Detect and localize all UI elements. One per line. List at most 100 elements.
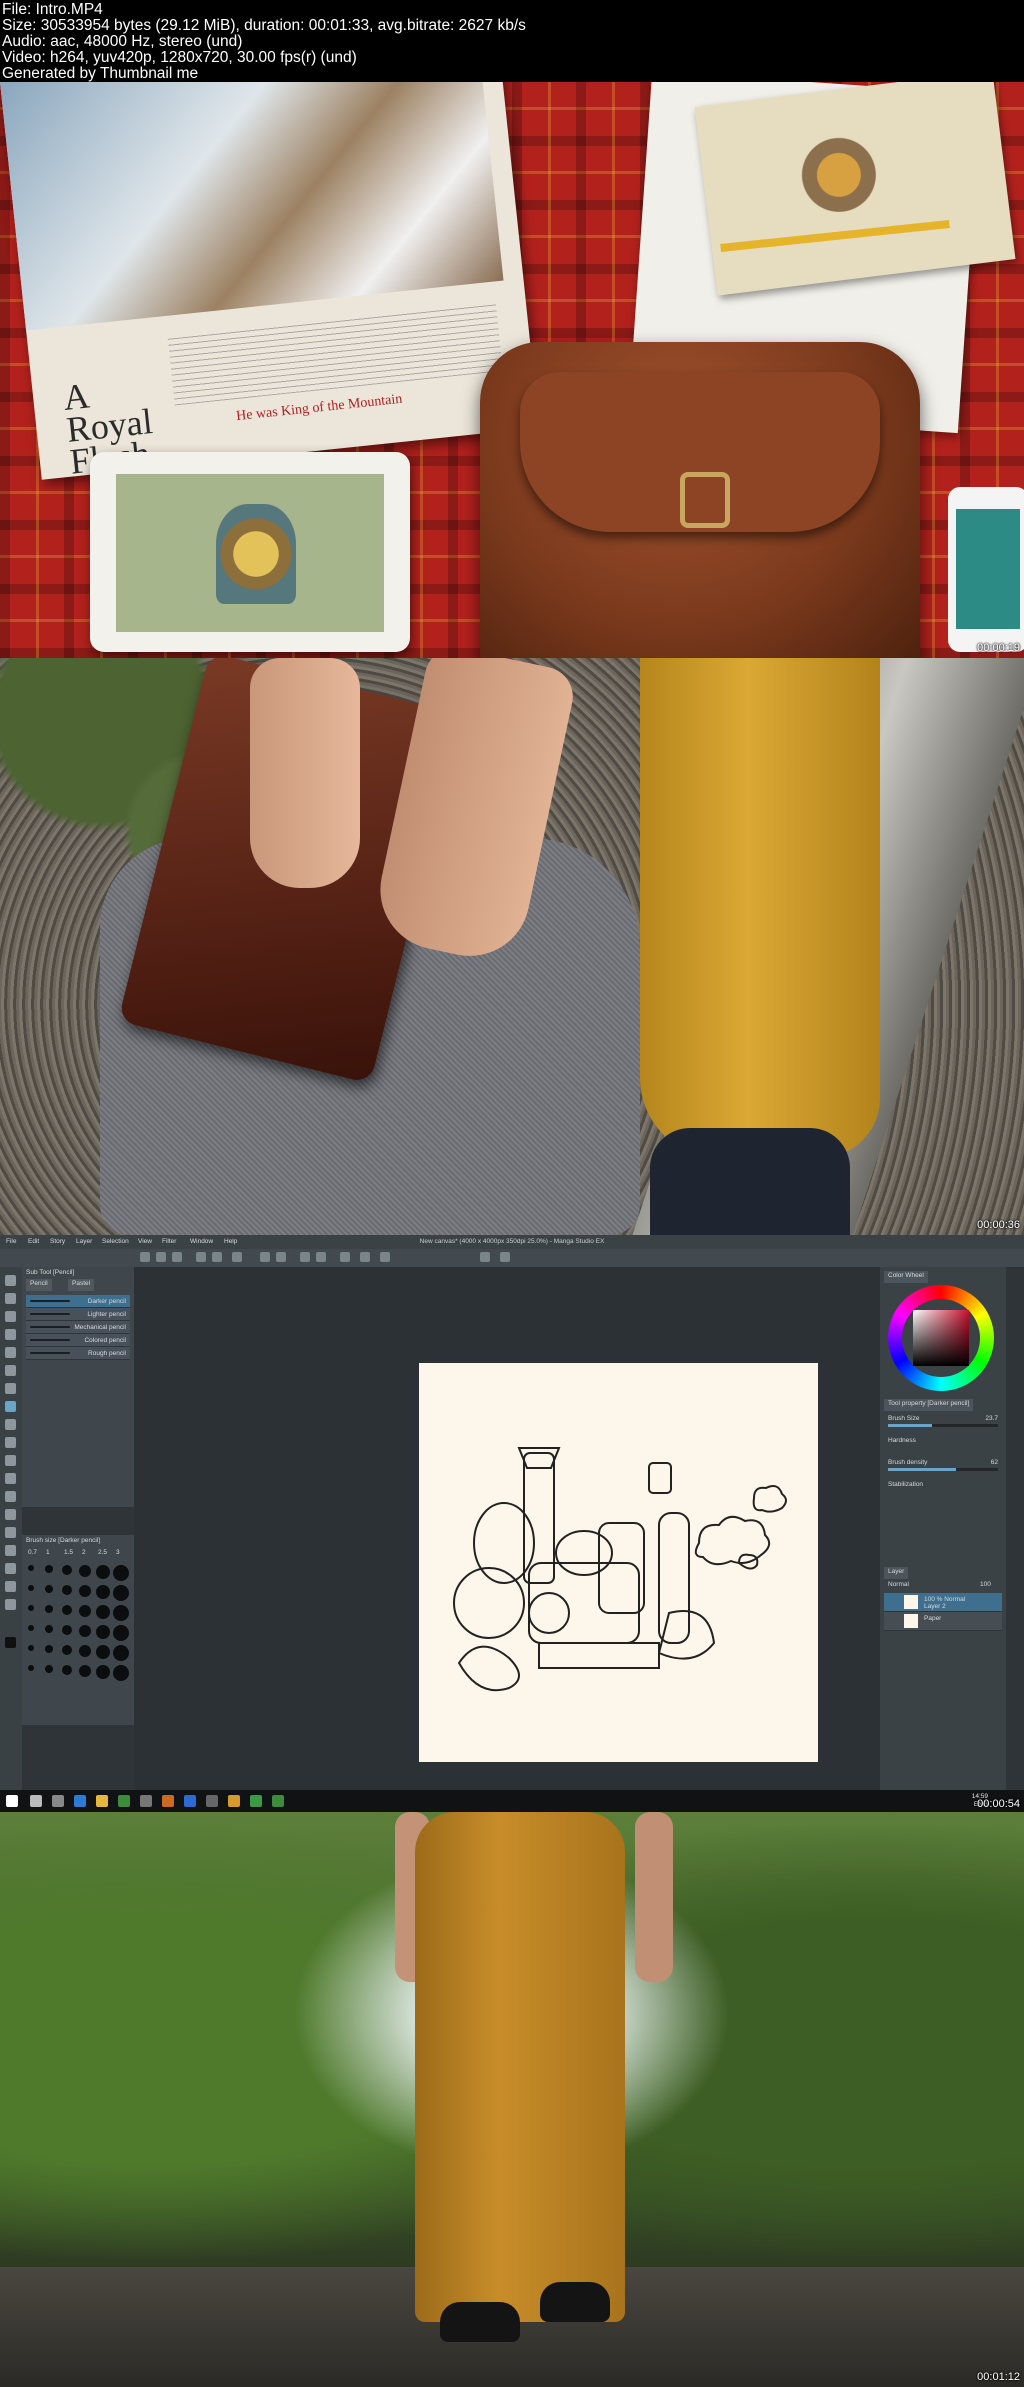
subtool-item[interactable]: Darker pencil bbox=[26, 1295, 130, 1308]
color-picker-square[interactable] bbox=[913, 1310, 969, 1366]
opacity-value[interactable]: 100 bbox=[980, 1581, 991, 1588]
windows-start-icon[interactable] bbox=[6, 1795, 18, 1807]
paste-icon[interactable] bbox=[212, 1252, 222, 1262]
brush-size-preset[interactable] bbox=[96, 1665, 110, 1679]
brush-size-preset[interactable] bbox=[96, 1605, 110, 1619]
subtool-item[interactable]: Lighter pencil bbox=[26, 1308, 130, 1321]
brush-size-preset[interactable] bbox=[113, 1625, 129, 1641]
grid-icon[interactable] bbox=[500, 1252, 510, 1262]
subtool-tab-pencil[interactable]: Pencil bbox=[26, 1279, 52, 1291]
brush-size-preset[interactable] bbox=[62, 1625, 72, 1635]
app-icon[interactable] bbox=[228, 1795, 240, 1807]
brush-size-preset-label[interactable]: 0.7 bbox=[28, 1549, 37, 1556]
frame-tool-icon[interactable] bbox=[5, 1545, 16, 1556]
move-tool-icon[interactable] bbox=[5, 1311, 16, 1322]
tool-property-tab[interactable]: Tool property [Darker pencil] bbox=[884, 1399, 974, 1411]
ruler-icon[interactable] bbox=[380, 1252, 390, 1262]
task-view-icon[interactable] bbox=[52, 1795, 64, 1807]
app-icon[interactable] bbox=[250, 1795, 262, 1807]
brush-size-preset[interactable] bbox=[45, 1645, 53, 1653]
open-icon[interactable] bbox=[156, 1252, 166, 1262]
brush-size-preset[interactable] bbox=[113, 1565, 129, 1581]
hardness-control[interactable]: Hardness bbox=[888, 1437, 998, 1445]
balloon-tool-icon[interactable] bbox=[5, 1599, 16, 1610]
edge-icon[interactable] bbox=[74, 1795, 86, 1807]
transform-icon[interactable] bbox=[300, 1252, 310, 1262]
brush-size-preset[interactable] bbox=[28, 1645, 34, 1651]
cut-icon[interactable] bbox=[232, 1252, 242, 1262]
subtool-item[interactable]: Rough pencil bbox=[26, 1347, 130, 1360]
photoshop-icon[interactable] bbox=[184, 1795, 196, 1807]
brush-size-preset[interactable] bbox=[96, 1585, 110, 1599]
stabilization-control[interactable]: Stabilization bbox=[888, 1481, 998, 1489]
redo-icon[interactable] bbox=[276, 1252, 286, 1262]
brush-size-preset[interactable] bbox=[113, 1585, 129, 1601]
brush-size-preset[interactable] bbox=[79, 1625, 91, 1637]
brush-size-preset[interactable] bbox=[79, 1605, 91, 1617]
layer-tab[interactable]: Layer bbox=[884, 1567, 909, 1579]
brush-size-preset[interactable] bbox=[62, 1565, 72, 1575]
illustrator-icon[interactable] bbox=[162, 1795, 174, 1807]
brush-size-preset[interactable] bbox=[62, 1585, 72, 1595]
subtool-item[interactable]: Mechanical pencil bbox=[26, 1321, 130, 1334]
brush-size-slider[interactable]: Brush Size 23.7 bbox=[888, 1415, 998, 1427]
pencil-tool-icon[interactable] bbox=[5, 1401, 16, 1412]
rotate-icon[interactable] bbox=[316, 1252, 326, 1262]
brush-size-preset[interactable] bbox=[28, 1665, 34, 1671]
brush-size-preset[interactable] bbox=[28, 1565, 34, 1571]
search-icon[interactable] bbox=[30, 1795, 42, 1807]
brush-size-preset[interactable] bbox=[79, 1665, 91, 1677]
zoom-tool-icon[interactable] bbox=[5, 1275, 16, 1286]
select-tool-icon[interactable] bbox=[5, 1329, 16, 1340]
subtool-item[interactable]: Colored pencil bbox=[26, 1334, 130, 1347]
brush-size-preset[interactable] bbox=[79, 1565, 91, 1577]
brush-size-preset[interactable] bbox=[45, 1665, 53, 1673]
save-icon[interactable] bbox=[172, 1252, 182, 1262]
fill-tool-icon[interactable] bbox=[5, 1491, 16, 1502]
brush-size-preset-label[interactable]: 2.5 bbox=[98, 1549, 107, 1556]
new-icon[interactable] bbox=[140, 1252, 150, 1262]
brush-size-preset-label[interactable]: 1 bbox=[46, 1549, 50, 1556]
airbrush-tool-icon[interactable] bbox=[5, 1437, 16, 1448]
brush-size-preset[interactable] bbox=[96, 1625, 110, 1639]
lasso-tool-icon[interactable] bbox=[5, 1347, 16, 1358]
color-wheel[interactable] bbox=[888, 1285, 994, 1391]
text-tool-icon[interactable] bbox=[5, 1581, 16, 1592]
app-icon[interactable] bbox=[272, 1795, 284, 1807]
brush-tool-icon[interactable] bbox=[5, 1419, 16, 1430]
folder-icon[interactable] bbox=[96, 1795, 108, 1807]
brush-size-preset[interactable] bbox=[28, 1585, 34, 1591]
subtool-tab-pastel[interactable]: Pastel bbox=[68, 1279, 95, 1291]
brush-size-preset[interactable] bbox=[28, 1625, 34, 1631]
gradient-tool-icon[interactable] bbox=[5, 1509, 16, 1520]
canvas-area[interactable] bbox=[134, 1267, 880, 1812]
hand-tool-icon[interactable] bbox=[5, 1293, 16, 1304]
undo-icon[interactable] bbox=[260, 1252, 270, 1262]
brush-size-preset-label[interactable]: 3 bbox=[116, 1549, 120, 1556]
brush-size-preset[interactable] bbox=[62, 1605, 72, 1615]
store-icon[interactable] bbox=[118, 1795, 130, 1807]
drawing-canvas[interactable] bbox=[419, 1363, 818, 1762]
pen-tool-icon[interactable] bbox=[5, 1383, 16, 1394]
eyedropper-tool-icon[interactable] bbox=[5, 1365, 16, 1376]
main-color-swatch[interactable] bbox=[5, 1637, 16, 1648]
fill-icon[interactable] bbox=[360, 1252, 370, 1262]
brush-size-preset-label[interactable]: 2 bbox=[82, 1549, 86, 1556]
brush-size-preset[interactable] bbox=[62, 1645, 72, 1655]
color-wheel-tab[interactable]: Color Wheel bbox=[884, 1271, 928, 1283]
blend-tool-icon[interactable] bbox=[5, 1473, 16, 1484]
snap-icon[interactable] bbox=[480, 1252, 490, 1262]
manga-studio-icon[interactable] bbox=[140, 1795, 152, 1807]
layer-row[interactable]: Paper bbox=[884, 1612, 1002, 1631]
brush-size-preset[interactable] bbox=[113, 1645, 129, 1661]
brush-size-preset-label[interactable]: 1.5 bbox=[64, 1549, 73, 1556]
ruler-tool-icon[interactable] bbox=[5, 1563, 16, 1574]
layer-row[interactable]: 100 % Normal Layer 2 bbox=[884, 1593, 1002, 1612]
brush-size-preset[interactable] bbox=[79, 1585, 91, 1597]
brush-size-preset[interactable] bbox=[45, 1605, 53, 1613]
brush-size-preset[interactable] bbox=[96, 1645, 110, 1659]
eraser-tool-icon[interactable] bbox=[5, 1455, 16, 1466]
brush-size-preset[interactable] bbox=[28, 1605, 34, 1611]
blend-mode-select[interactable]: Normal bbox=[888, 1581, 909, 1588]
clear-icon[interactable] bbox=[340, 1252, 350, 1262]
